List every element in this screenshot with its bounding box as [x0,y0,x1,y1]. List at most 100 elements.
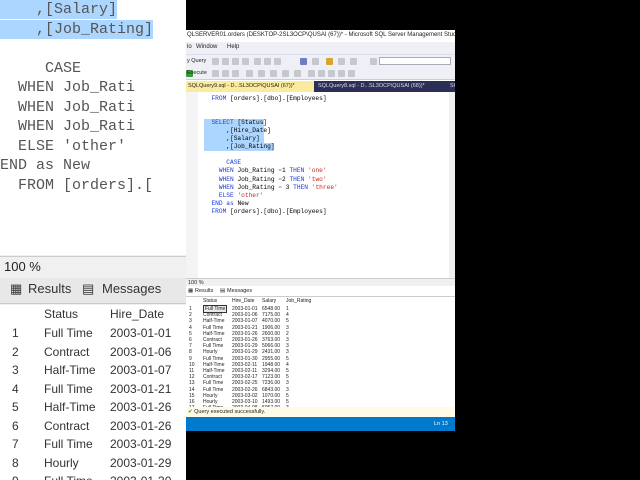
menu-item-help[interactable]: Help [227,44,239,50]
code-token: 'two' [308,175,327,183]
code-token: WHEN [218,175,238,183]
background-grid-cell: 5 [12,400,19,414]
query-status-text: Query executed successfully. [194,409,266,415]
uncomment-icon[interactable] [318,70,325,77]
code-line: CASE [204,159,241,167]
grid-column-header[interactable]: Status [203,297,218,305]
background-grid-row: 9 Full Time 2003-01-30 [0,472,186,480]
background-code-line: ,[Salary] [0,0,118,19]
code-token: CASE [226,159,242,167]
document-tab[interactable]: SQLQuery8.sql - D...SL3OCP\QUSAI (68))* [316,81,446,92]
code-token: Job_Rating [237,175,279,183]
stop-icon[interactable] [212,70,219,77]
status-bar: Ln 13 [186,417,455,431]
grid-column-header[interactable]: Hire_Date [232,297,255,305]
display-plan-icon[interactable] [232,70,239,77]
parse-icon[interactable] [222,70,229,77]
code-line: END as New [204,199,248,208]
decrease-indent-icon[interactable] [328,70,335,77]
tab-results[interactable]: Results [195,288,213,294]
find-combo[interactable] [379,57,451,65]
analysis-icon[interactable] [232,58,239,65]
background-grid-cell: Full Time [44,474,93,480]
tab-messages[interactable]: Messages [227,288,252,294]
query-icon[interactable] [222,58,229,65]
background-code-line: CASE [0,59,82,77]
code-line: SELECT [Status] [204,119,267,127]
new-query-button[interactable]: y Query [187,58,206,64]
save-icon[interactable] [326,58,333,65]
window-title: QLSERVER01.orders (DESKTOP-2SL3OCP\QUSAI… [186,30,455,42]
background-grid-cell: 2003-01-21 [110,381,172,396]
results-to-grid-icon[interactable] [282,70,289,77]
intellisense-icon[interactable] [258,70,265,77]
document-tab[interactable]: SQLQuery9.sql - D...SL3OCP\QUSAI (67))* [186,81,314,92]
code-token: 'other' [237,191,264,199]
comment-icon[interactable] [308,70,315,77]
toolbar-standard: y Query [186,54,455,67]
code-line: ,[Salary] [204,135,259,143]
save-all-icon[interactable] [338,58,345,65]
menu-bar: lo Window Help [186,42,455,54]
find-icon[interactable] [350,58,357,65]
execute-button[interactable]: Execute [187,70,207,76]
background-grid-cell: 2003-01-30 [110,474,171,480]
background-grid-cell: Half-Time [44,363,96,377]
message-icon: ▤ [82,281,95,296]
copy-icon[interactable] [264,58,271,65]
menu-item-tools[interactable]: lo [187,44,192,50]
background-grid-row: 2 Contract 2003-01-06 [0,343,186,362]
background-code-line: ELSE 'other' [0,137,127,155]
background-grid-cell: 1 [12,326,19,340]
search-icon[interactable] [370,58,377,65]
code-token: Job_Rating [237,183,279,191]
code-token: WHEN [218,183,238,191]
background-zoomed-view: ,[Salary] ,[Job_Rating] CASE WHEN Job_Ra… [0,0,186,480]
redo-icon[interactable] [312,58,319,65]
background-grid-cell: 6 [12,418,19,433]
code-token: as [226,199,238,207]
code-token: THEN [289,167,309,175]
background-code-line: WHEN Job_Rati [0,98,136,116]
code-token: = [278,183,286,191]
xmla-icon[interactable] [242,58,249,65]
grid-column-header[interactable]: Job_Rating [286,297,312,305]
document-tab[interactable]: SQ [448,81,455,92]
background-grid-cell: Contract [44,344,90,359]
background-results-grid: Status Hire_Date 1 Full Time 2003-01-01 2 Cont… [0,305,186,480]
background-grid-row: 3 Half-Time 2003-01-07 [0,361,186,380]
specify-values-icon[interactable] [348,70,355,77]
code-token: 'one' [308,167,327,175]
right-black-area [455,0,640,480]
menu-item-window[interactable]: Window [196,44,217,50]
background-grid-cell: 2003-01-29 [110,437,172,451]
results-to-text-icon[interactable] [270,70,277,77]
background-column-header: Hire_Date [110,307,165,321]
background-tab-messages: Messages [102,281,162,296]
results-grid[interactable]: Status Hire_Date Salary Job_Rating 1 Full Tim… [186,297,455,407]
paste-icon[interactable] [274,58,281,65]
background-code-line: ,[Job_Rating] [0,19,154,39]
background-grid-cell: 4 [12,381,19,396]
background-grid-cell: Half-Time [44,400,96,414]
cut-icon[interactable] [254,58,261,65]
query-editor[interactable]: FROM [orders].[dbo].[Employees] SELECT [… [186,92,455,278]
background-grid-cell: 2003-01-01 [110,326,172,340]
code-token: FROM [211,207,231,215]
query-options-icon[interactable] [246,70,253,77]
results-to-file-icon[interactable] [294,70,301,77]
background-column-header: Status [44,307,79,321]
editor-zoom-level[interactable]: 100 % [186,278,455,286]
code-line: ,[Job_Rating] [204,143,274,151]
code-token: THEN [289,175,309,183]
grid-column-header[interactable]: Salary [262,297,277,305]
check-icon: ✔ [188,409,193,415]
background-grid-row: 4 Full Time 2003-01-21 [0,380,186,399]
background-grid-row: 7 Full Time 2003-01-29 [0,435,186,454]
background-grid-cell: 2 [12,344,19,359]
increase-indent-icon[interactable] [338,70,345,77]
undo-icon[interactable] [300,58,307,65]
code-token: WHEN [218,167,238,175]
database-icon[interactable] [212,58,219,65]
code-line: WHEN Job_Rating = 3 THEN 'three' [204,184,338,192]
